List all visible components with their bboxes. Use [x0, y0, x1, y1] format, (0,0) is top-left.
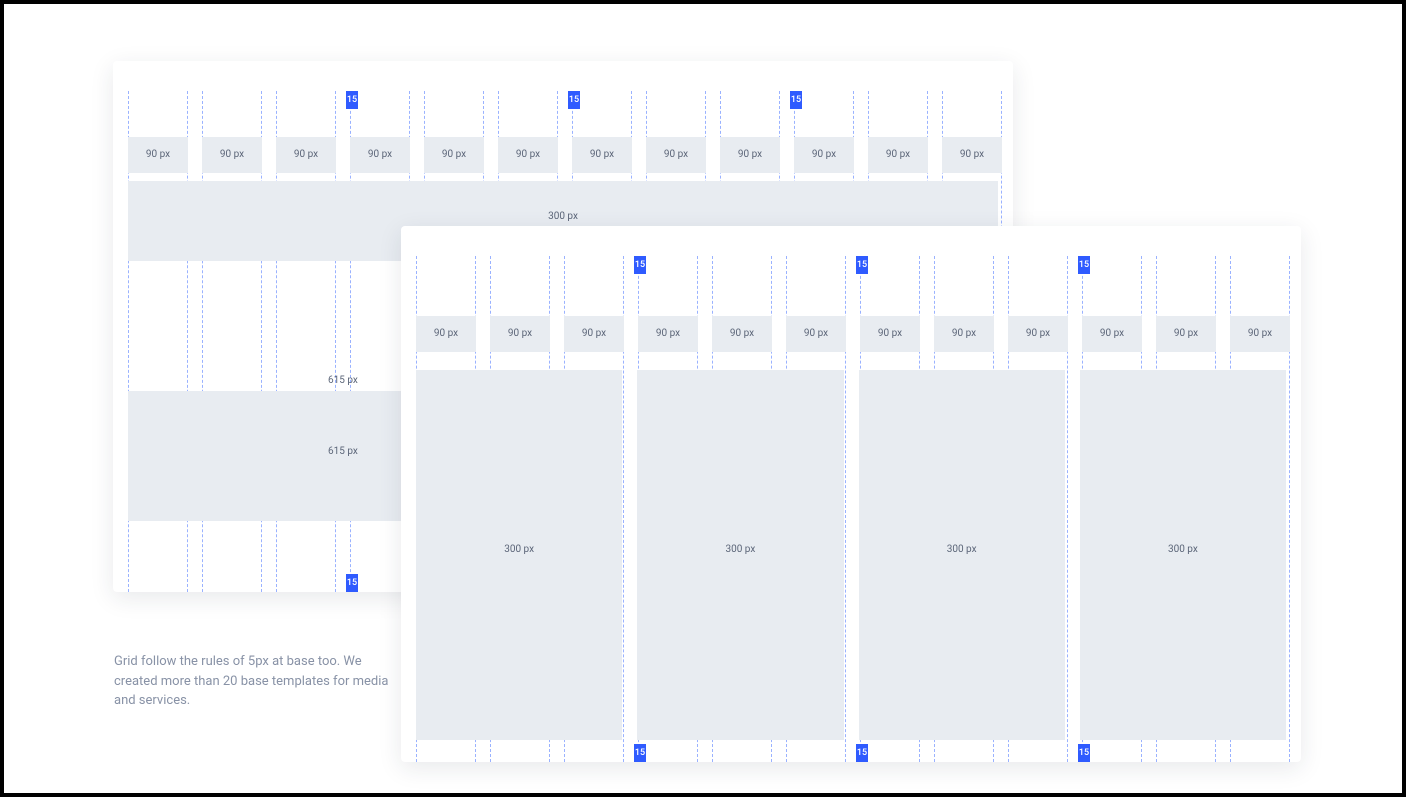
column-width-cell: 90 px — [276, 137, 336, 173]
quarter-col: 300 px — [637, 370, 843, 740]
gutter-badge: 15 — [790, 91, 802, 109]
column-width-cell: 90 px — [1230, 316, 1290, 352]
column-width-cell: 90 px — [646, 137, 706, 173]
column-width-cell: 90 px — [934, 316, 994, 352]
gutter-badge: 15 — [346, 91, 358, 109]
column-width-cell: 90 px — [1008, 316, 1068, 352]
gutter-badge-bottom: 15 — [856, 744, 868, 762]
column-width-cell: 90 px — [416, 316, 476, 352]
column-width-cell: 90 px — [868, 137, 928, 173]
column-width-cell: 90 px — [490, 316, 550, 352]
column-width-cell: 90 px — [712, 316, 772, 352]
column-width-cell: 90 px — [1156, 316, 1216, 352]
quarter-col: 300 px — [1080, 370, 1286, 740]
quarter-col: 300 px — [416, 370, 622, 740]
gutter-badge-bottom: 15 — [346, 574, 358, 592]
grid-panel-front: 15 15 15 15 15 15 90 px 90 px 90 px 90 p… — [401, 226, 1301, 762]
column-width-cell: 90 px — [202, 137, 262, 173]
gutter-badge: 15 — [1078, 256, 1090, 274]
column-width-cell: 90 px — [720, 137, 780, 173]
column-width-cell: 90 px — [350, 137, 410, 173]
column-width-row: 90 px 90 px 90 px 90 px 90 px 90 px 90 p… — [128, 137, 998, 173]
gutter-badge: 15 — [634, 256, 646, 274]
gutter-badge-bottom: 15 — [1078, 744, 1090, 762]
gutter-badge: 15 — [568, 91, 580, 109]
column-width-cell: 90 px — [572, 137, 632, 173]
quarter-columns-row: 300 px 300 px 300 px 300 px — [416, 370, 1286, 740]
col-width-label: 300 px — [1080, 544, 1286, 555]
grid-caption: Grid follow the rules of 5px at base too… — [114, 652, 394, 711]
col-width-label: 300 px — [416, 544, 622, 555]
column-width-cell: 90 px — [128, 137, 188, 173]
column-width-cell: 90 px — [564, 316, 624, 352]
col-width-label: 300 px — [859, 544, 1065, 555]
row-width-label: 300 px — [128, 181, 998, 222]
col-width-label: 300 px — [637, 544, 843, 555]
gutter-badge: 15 — [856, 256, 868, 274]
column-width-cell: 90 px — [942, 137, 1002, 173]
column-width-cell: 90 px — [794, 137, 854, 173]
column-width-cell: 90 px — [424, 137, 484, 173]
column-width-cell: 90 px — [638, 316, 698, 352]
column-width-cell: 90 px — [860, 316, 920, 352]
gutter-badge-bottom: 15 — [634, 744, 646, 762]
quarter-col: 300 px — [859, 370, 1065, 740]
column-width-cell: 90 px — [498, 137, 558, 173]
column-width-row: 90 px 90 px 90 px 90 px 90 px 90 px 90 p… — [416, 316, 1286, 352]
column-width-cell: 90 px — [1082, 316, 1142, 352]
column-width-cell: 90 px — [786, 316, 846, 352]
